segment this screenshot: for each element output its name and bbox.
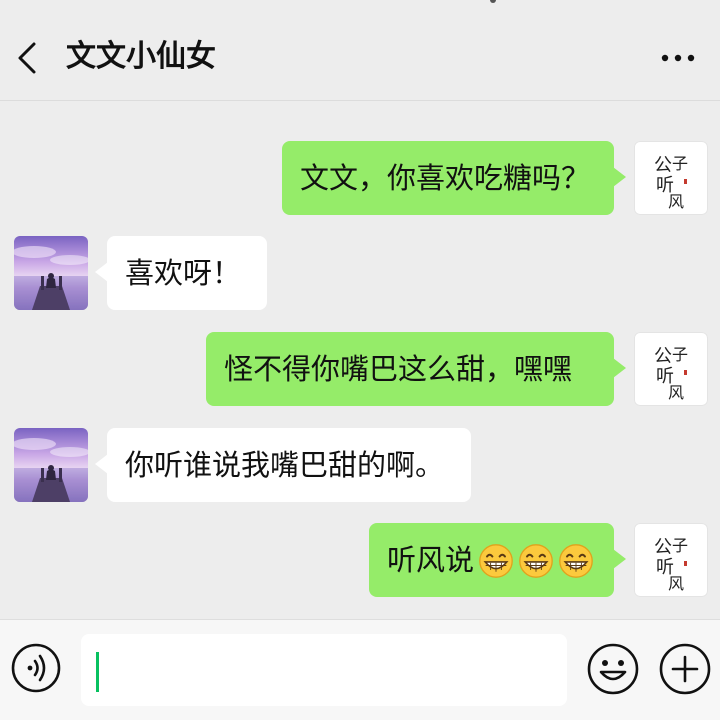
text-caret xyxy=(96,652,99,692)
message-text: 你听谁说我嘴巴甜的啊。 xyxy=(125,448,445,482)
back-button[interactable] xyxy=(14,40,44,76)
message-text: 听风说 xyxy=(387,543,475,577)
svg-text:风: 风 xyxy=(668,383,684,402)
svg-text:子: 子 xyxy=(672,154,688,173)
emoji-group xyxy=(478,525,594,599)
message-text: 文文，你喜欢吃糖吗？ xyxy=(300,161,591,195)
svg-text:公: 公 xyxy=(654,155,672,176)
message-text: 喜欢呀！ xyxy=(125,256,242,290)
self-avatar[interactable]: 公 子 听 风 xyxy=(634,141,708,215)
message-bubble-received[interactable]: 你听谁说我嘴巴甜的啊。 xyxy=(95,428,471,502)
more-dots-icon xyxy=(661,54,695,62)
plus-icon xyxy=(659,643,711,695)
message-bubble-sent[interactable]: 文文，你喜欢吃糖吗？ xyxy=(282,141,626,215)
plus-button[interactable] xyxy=(658,642,712,696)
svg-text:公: 公 xyxy=(654,537,672,558)
grinning-face-icon xyxy=(558,543,594,579)
svg-text:子: 子 xyxy=(672,345,688,364)
grinning-face-icon xyxy=(478,543,514,579)
message-bubble-sent[interactable]: 怪不得你嘴巴这么甜，嘿嘿 xyxy=(206,332,626,406)
chat-header: 文文小仙女 xyxy=(0,0,720,101)
chevron-left-icon xyxy=(18,42,36,74)
voice-icon xyxy=(11,643,61,693)
chat-screen: 文文小仙女 文文，你喜欢吃糖吗？ 公 子 听 风 喜欢呀！ 怪不得你嘴巴这么甜，… xyxy=(0,0,720,720)
self-avatar[interactable]: 公 子 听 风 xyxy=(634,332,708,406)
message-bubble-sent[interactable]: 听风说 xyxy=(369,523,626,599)
grinning-face-icon xyxy=(518,543,554,579)
calligraphy-logo: 公 子 听 风 xyxy=(654,345,688,402)
chat-title: 文文小仙女 xyxy=(66,39,216,74)
svg-text:风: 风 xyxy=(668,192,684,211)
status-dot xyxy=(490,0,496,3)
svg-text:风: 风 xyxy=(668,574,684,593)
contact-photo xyxy=(14,236,88,310)
voice-button[interactable] xyxy=(10,642,62,694)
contact-avatar[interactable] xyxy=(14,428,88,502)
self-avatar[interactable]: 公 子 听 风 xyxy=(634,523,708,597)
contact-photo xyxy=(14,428,88,502)
message-input[interactable] xyxy=(81,634,567,706)
svg-text:子: 子 xyxy=(672,536,688,555)
emoji-button[interactable] xyxy=(586,642,640,696)
svg-text:公: 公 xyxy=(654,346,672,367)
calligraphy-logo: 公 子 听 风 xyxy=(654,154,688,211)
message-bubble-received[interactable]: 喜欢呀！ xyxy=(95,236,267,310)
input-bar xyxy=(0,619,720,720)
message-text: 怪不得你嘴巴这么甜，嘿嘿 xyxy=(224,352,573,386)
message-list[interactable]: 文文，你喜欢吃糖吗？ 公 子 听 风 喜欢呀！ 怪不得你嘴巴这么甜，嘿嘿 公 子 xyxy=(0,101,720,619)
calligraphy-logo: 公 子 听 风 xyxy=(654,536,688,593)
smiley-icon xyxy=(587,643,639,695)
contact-avatar[interactable] xyxy=(14,236,88,310)
more-button[interactable] xyxy=(658,46,698,70)
